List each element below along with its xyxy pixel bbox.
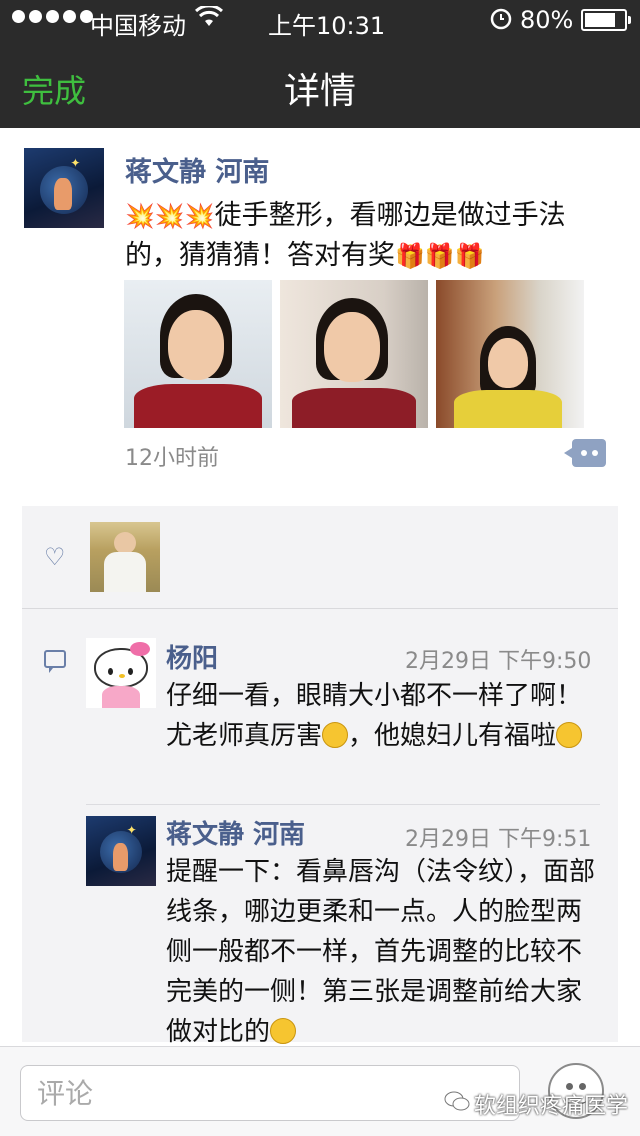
collision-emoji-icon: 💥	[184, 202, 215, 230]
comment-divider	[86, 804, 600, 805]
post-text: 💥💥💥徒手整形，看哪边是做过手法的，猜猜猜！答对有奖🎁🎁🎁	[125, 196, 615, 276]
comment-text[interactable]: 仔细一看，眼睛大小都不一样了啊！尤老师真厉害 ，他媳妇儿有福啦	[166, 676, 606, 756]
gift-emoji-icon: 🎁	[424, 242, 455, 270]
navigation-bar: 完成 详情	[0, 40, 640, 128]
page-title: 详情	[283, 71, 356, 112]
replier-avatar[interactable]: ✦	[86, 816, 156, 886]
comment-list-icon	[44, 650, 66, 673]
gift-emoji-icon: 🎁	[395, 242, 425, 270]
post-photo-1[interactable]	[124, 280, 272, 428]
grin-emoji-icon	[322, 722, 349, 748]
wifi-icon	[194, 4, 224, 34]
commenter-name[interactable]: 杨阳	[166, 638, 218, 675]
post-photo-3[interactable]	[436, 280, 584, 428]
clock: 上午10:31	[268, 12, 386, 40]
heart-icon: ♡	[44, 543, 66, 571]
status-bar: 中国移动 上午10:31 80%	[0, 0, 640, 40]
alarm-icon	[490, 6, 512, 36]
poster-avatar[interactable]: ✦	[24, 148, 104, 228]
comment-text-part: 提醒一下：看鼻唇沟（法令纹），面部线条，哪边更柔和一点。人的脸型两侧一般都不一样…	[166, 857, 596, 1047]
signal-strength-icon	[12, 10, 93, 23]
poster-name[interactable]: 蒋文静 河南	[125, 150, 269, 189]
thinking-emoji-icon	[556, 722, 583, 748]
gift-emoji-icon: 🎁	[454, 242, 485, 270]
hello-kitty-avatar[interactable]	[86, 638, 156, 708]
comment-timestamp: 2月29日 下午9:51	[405, 827, 592, 852]
commenter-name[interactable]: 蒋文静 河南	[166, 814, 305, 851]
smile-emoji-icon	[270, 1018, 297, 1044]
post-photo-2[interactable]	[280, 280, 428, 428]
comment-bubble-icon[interactable]	[564, 439, 606, 467]
comment-timestamp: 2月29日 下午9:50	[405, 649, 592, 674]
post-timestamp: 12小时前	[125, 446, 219, 471]
comment-text[interactable]: 提醒一下：看鼻唇沟（法令纹），面部线条，哪边更柔和一点。人的脸型两侧一般都不一样…	[166, 852, 606, 1052]
collision-emoji-icon: 💥	[154, 202, 185, 230]
liker-avatar[interactable]	[90, 522, 160, 592]
collision-emoji-icon: 💥	[125, 202, 155, 230]
panel-divider	[22, 608, 618, 609]
battery-icon	[581, 9, 631, 31]
battery-percent: 80%	[520, 6, 574, 34]
battery-fill	[585, 13, 615, 27]
comment-text-part: ，他媳妇儿有福啦	[348, 721, 557, 751]
wechat-logo-icon	[444, 1091, 470, 1111]
watermark-text: 软组织疼痛医学	[474, 1094, 629, 1119]
carrier-name: 中国移动	[90, 12, 186, 40]
